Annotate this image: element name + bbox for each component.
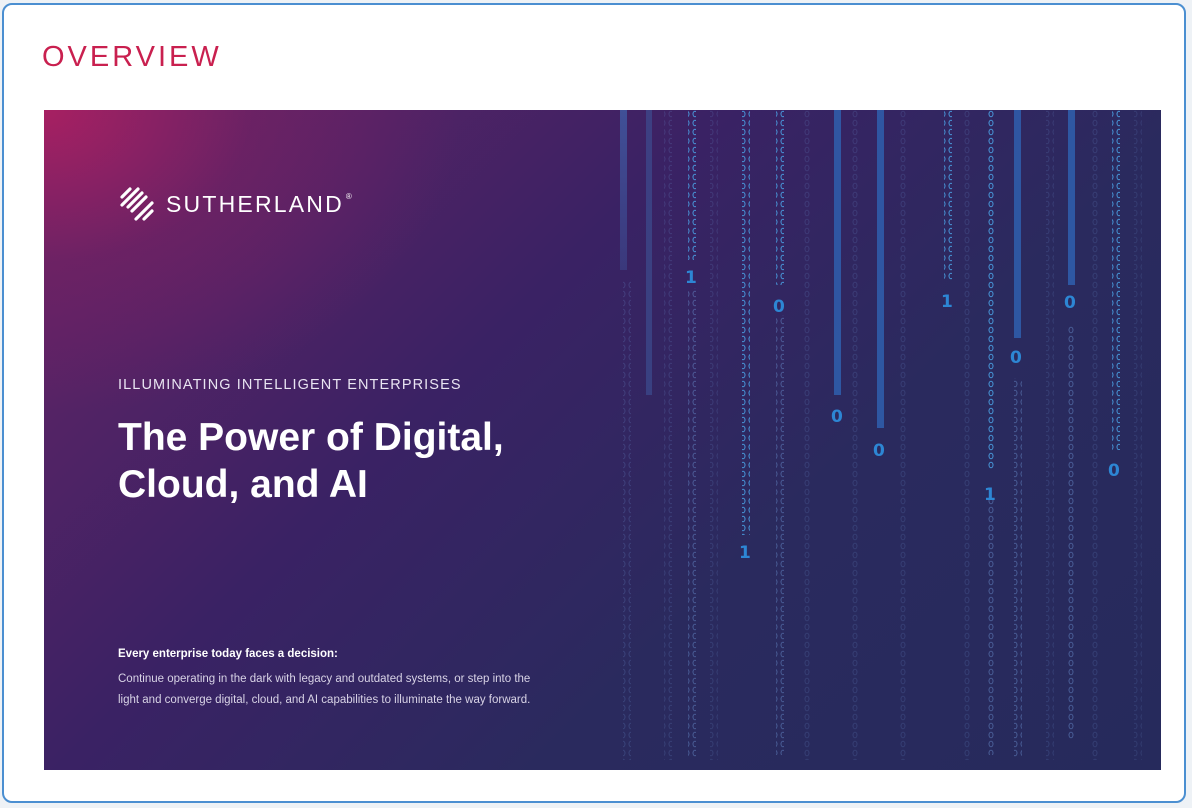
rain-bar [834,110,841,395]
rain-column [742,110,750,535]
rain-column [964,110,972,760]
rain-column [802,110,810,760]
binary-digit: 1 [941,292,953,312]
rain-column [1134,110,1142,760]
registered-mark: ® [345,192,352,201]
description-line: light and converge digital, cloud, and A… [118,694,531,706]
rain-column [776,110,784,285]
sutherland-logo: SUTHERLAND ® [118,184,352,224]
rain-bar [620,110,627,270]
rain-column [664,110,672,760]
rain-column [850,110,858,760]
rain-column [944,110,952,280]
rain-column [776,315,784,755]
cover-eyebrow: ILLUMINATING INTELLIGENT ENTERPRISES [118,377,462,393]
binary-digit: 0 [773,297,785,317]
rain-bar [877,110,884,428]
binary-digit: 1 [685,268,697,288]
description-line: Continue operating in the dark with lega… [118,673,531,685]
binary-digit: 0 [873,441,885,461]
rain-column [1112,110,1120,450]
rain-bar [646,110,652,395]
binary-digit: 0 [1064,293,1076,313]
cover-title-line: The Power of Digital, [118,416,504,459]
binary-digit: 1 [739,543,751,563]
rain-column [988,500,996,755]
cover-title: The Power of Digital, Cloud, and AI [118,414,638,508]
rain-column [988,110,996,470]
rain-bar [1068,110,1075,285]
rain-column [1068,325,1076,740]
rain-column [710,110,718,760]
binary-digit: 1 [984,485,996,505]
sutherland-logo-icon [120,187,154,221]
rain-column [1092,110,1100,760]
brand-name: SUTHERLAND [166,190,344,217]
rain-column [688,288,696,758]
cover-description: Continue operating in the dark with lega… [118,669,638,711]
section-heading: OVERVIEW [42,41,222,73]
binary-digit: 0 [831,407,843,427]
cover-lead: Every enterprise today faces a decision: [118,648,338,660]
binary-digit: 0 [1010,348,1022,368]
rain-column [1014,378,1022,758]
rain-column [688,110,696,260]
binary-digit: 0 [1108,461,1120,481]
brochure-cover-image[interactable]: 1 0 1 0 0 0 0 1 0 1 SUTHERLAND ® ILLUMIN… [44,110,1161,770]
rain-column [1046,110,1054,760]
cover-title-line: Cloud, and AI [118,463,368,506]
rain-bar [1014,110,1021,338]
overview-card: OVERVIEW 1 0 1 0 0 0 0 1 0 1 SUTHERLAND … [2,3,1186,803]
rain-column [900,110,908,760]
